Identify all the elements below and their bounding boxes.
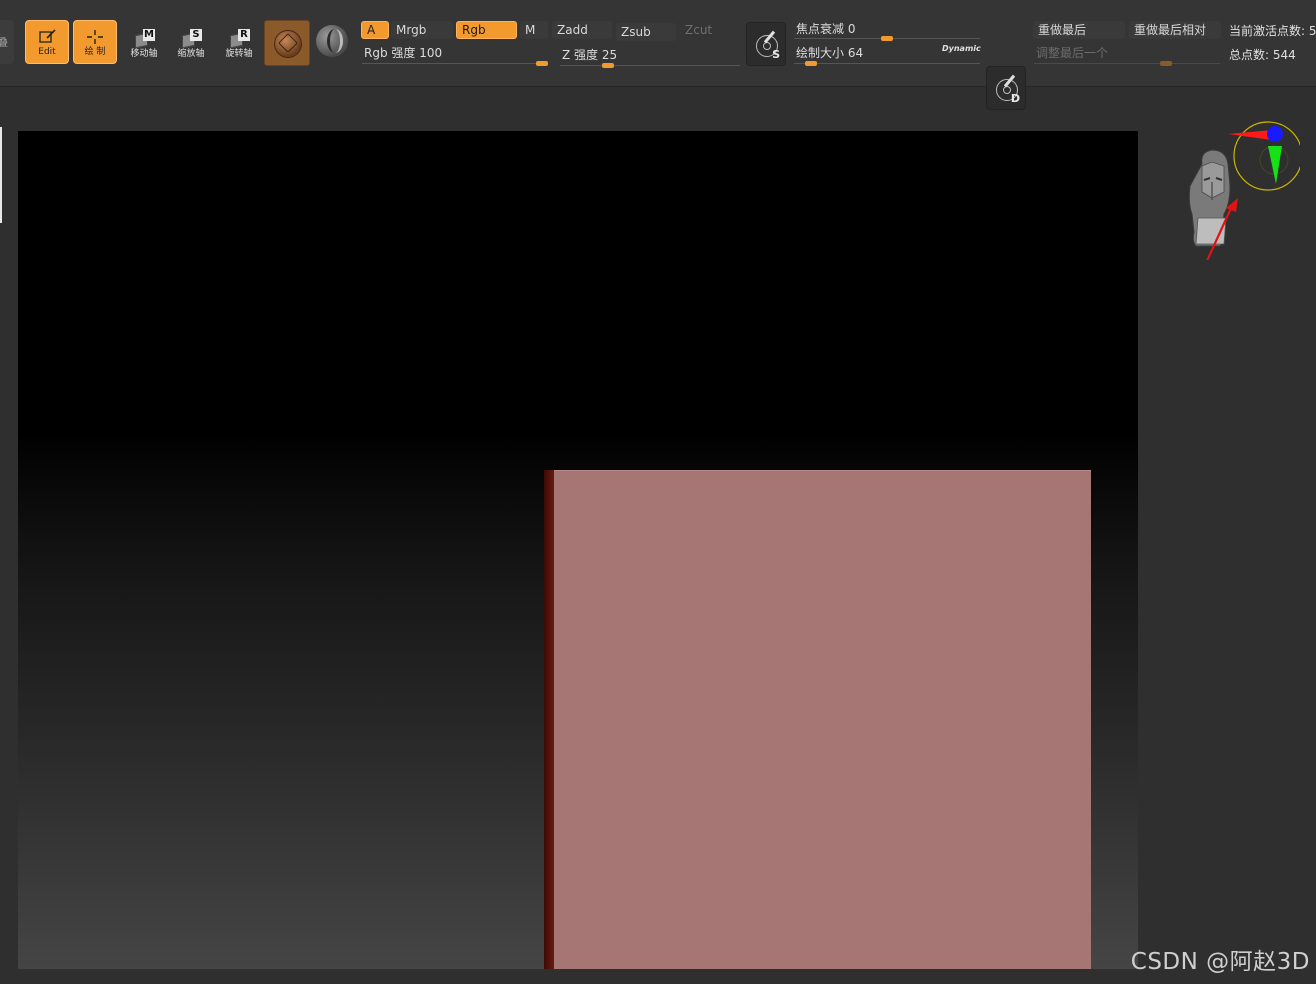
zsub-toggle[interactable]: Zsub [616, 23, 676, 41]
active-points-readout: 当前激活点数: 54 [1229, 24, 1316, 38]
rgb-intensity-slider[interactable] [362, 63, 548, 64]
alpha-mode-label: A [367, 23, 376, 37]
draw-mode-label: 绘 制 [84, 46, 106, 57]
redo-last-relative-button[interactable]: 重做最后相对 [1129, 21, 1221, 39]
plane-mesh-face[interactable] [554, 470, 1091, 969]
focal-shift-label: 焦点衰减 0 [796, 22, 856, 36]
draw-size-label: 绘制大小 64 [796, 46, 864, 60]
dynamic-toggle[interactable]: Dynamic [942, 44, 981, 53]
redo-last-button[interactable]: 重做最后 [1033, 21, 1125, 39]
move-icon: M [133, 29, 155, 49]
edit-icon [39, 28, 56, 43]
texture-sphere-icon [316, 25, 348, 57]
scale-icon: S [180, 29, 202, 49]
draw-size-knob[interactable] [805, 61, 818, 66]
scale-tool-button[interactable]: S 缩放轴 [170, 22, 212, 66]
texture-button[interactable] [316, 25, 352, 61]
redo-last-relative-label: 重做最后相对 [1134, 23, 1207, 37]
material-sphere-icon [274, 30, 302, 58]
edit-mode-button[interactable]: Edit [25, 20, 69, 64]
draw-mode-button[interactable]: 绘 制 [73, 20, 117, 64]
rotate-tool-label: 旋转轴 [225, 49, 253, 59]
left-tray-edge[interactable] [0, 127, 2, 223]
rotate-tool-button[interactable]: R 旋转轴 [218, 22, 260, 66]
focal-shift-knob[interactable] [881, 36, 893, 41]
stroke-letter: S [772, 48, 780, 61]
top-toolbar: 叠 Edit 绘 制 M 移动轴 S 缩放轴 R 旋转轴 A Mrgb Rgb … [0, 0, 1316, 110]
material-mode-toggle[interactable]: M [520, 21, 548, 39]
draw-size-slider[interactable] [794, 63, 980, 64]
z-intensity-slider[interactable] [560, 65, 740, 66]
edit-mode-label: Edit [38, 46, 56, 57]
material-mode-label: M [525, 23, 536, 37]
mrgb-label: Mrgb [396, 23, 427, 37]
z-intensity-knob[interactable] [602, 63, 614, 68]
zcut-toggle[interactable]: Zcut [680, 21, 736, 39]
left-stub-text: 叠 [0, 38, 8, 49]
scale-tool-label: 缩放轴 [177, 49, 205, 59]
zcut-label: Zcut [685, 23, 713, 37]
stroke-button[interactable]: S [746, 22, 786, 66]
watermark-text: CSDN @阿赵3D [1130, 949, 1310, 975]
zsub-label: Zsub [621, 25, 651, 39]
move-tool-button[interactable]: M 移动轴 [123, 22, 165, 66]
rgb-intensity-label: Rgb 强度 100 [364, 46, 443, 60]
draw-icon [87, 29, 103, 44]
zadd-toggle[interactable]: Zadd [552, 21, 612, 39]
z-intensity-label: Z 强度 25 [562, 48, 618, 62]
plane-mesh-side [544, 470, 554, 969]
adjust-last-knob[interactable] [1160, 61, 1172, 66]
redo-last-label: 重做最后 [1038, 23, 1087, 37]
rgb-toggle[interactable]: Rgb [456, 21, 517, 39]
rgb-label: Rgb [462, 23, 486, 37]
total-points-readout: 总点数: 544 [1229, 48, 1296, 62]
left-panel-stub[interactable]: 叠 [0, 20, 14, 64]
zadd-label: Zadd [557, 23, 588, 37]
head-navigator-icon [1188, 149, 1231, 247]
adjust-last-label: 调整最后一个 [1036, 46, 1109, 60]
move-tool-label: 移动轴 [130, 49, 158, 59]
view-navigator[interactable] [1180, 120, 1300, 260]
axis-gizmo-icon [1228, 121, 1300, 191]
draw-settings-letter: D [1010, 92, 1020, 105]
draw-settings-button[interactable]: D [986, 66, 1026, 110]
adjust-last-slider[interactable] [1034, 63, 1220, 64]
material-button[interactable] [264, 20, 310, 66]
rgb-intensity-knob[interactable] [536, 61, 548, 66]
mrgb-toggle[interactable]: Mrgb [391, 21, 453, 39]
alpha-mode-toggle[interactable]: A [361, 21, 389, 39]
rotate-icon: R [228, 29, 250, 49]
